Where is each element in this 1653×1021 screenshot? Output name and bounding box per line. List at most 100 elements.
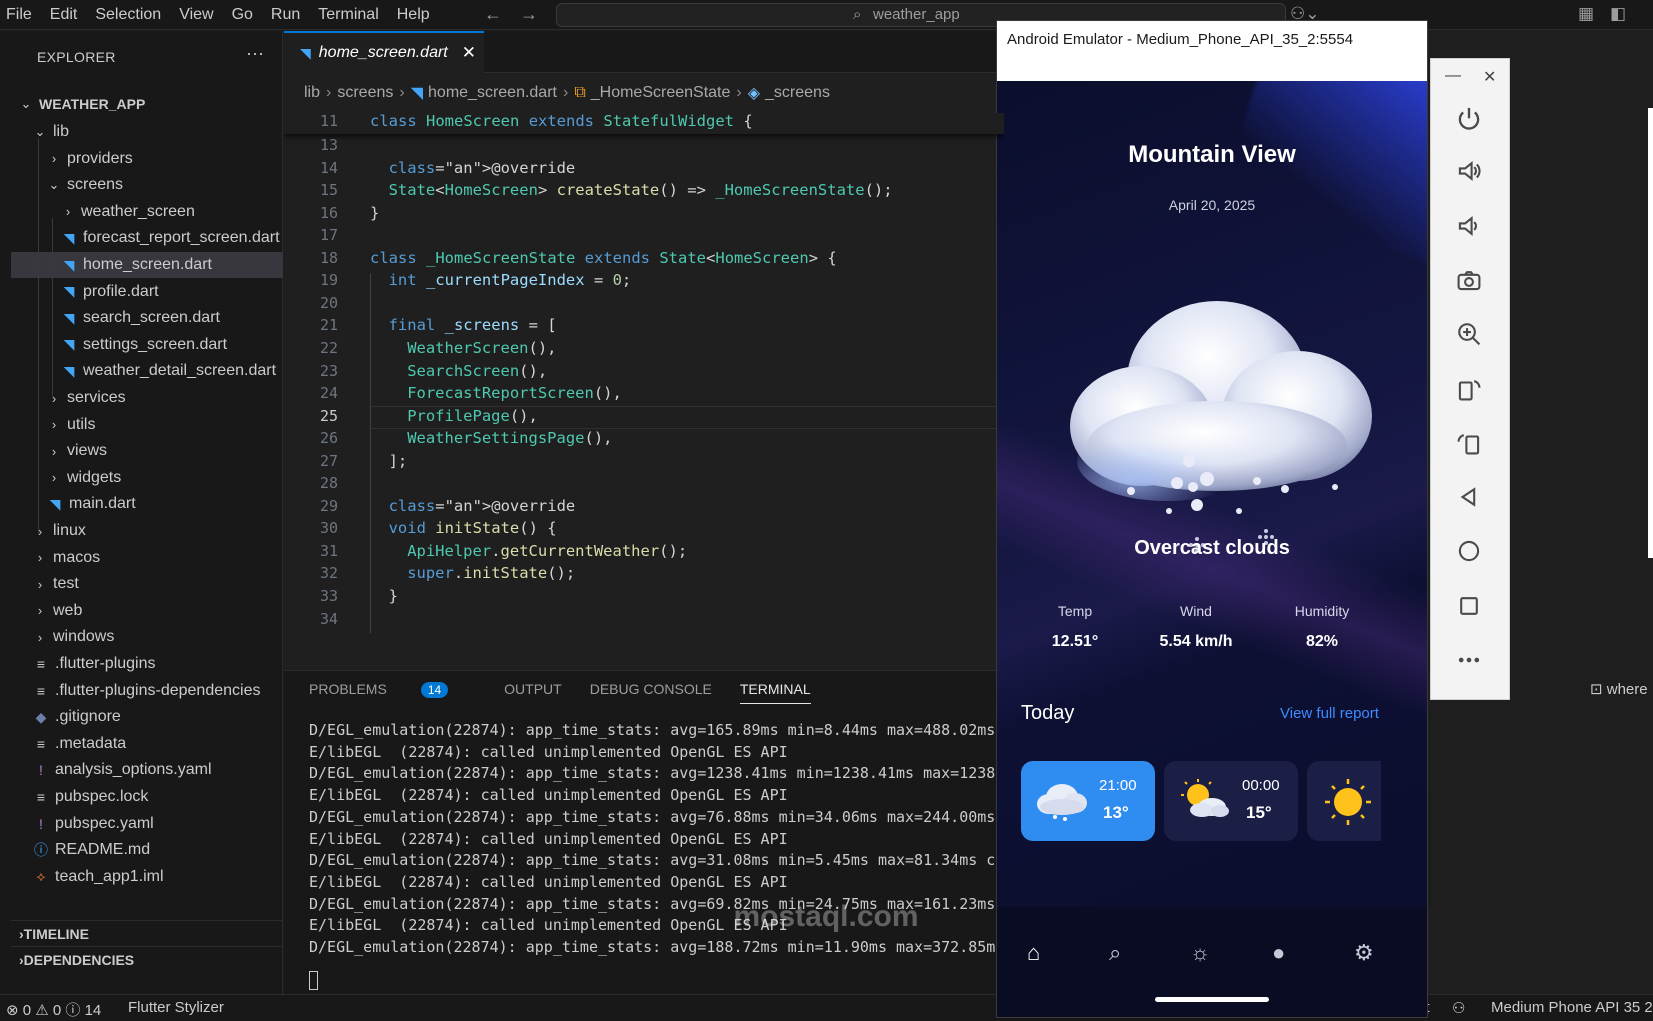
code-line[interactable]: WeatherScreen(), (407, 339, 556, 357)
close-icon[interactable]: ✕ (462, 43, 476, 63)
line-number: 24 (319, 384, 338, 403)
folder-item[interactable]: ⌄ screens (11, 172, 283, 198)
code-line[interactable]: State<HomeScreen> createState() => _Home… (389, 181, 893, 199)
tab-output[interactable]: OUTPUT (504, 681, 562, 697)
explorer-root[interactable]: ⌄ WEATHER_APP (11, 91, 283, 117)
rotate-left-button[interactable] (1449, 369, 1489, 409)
more-button[interactable] (1449, 640, 1489, 680)
forward-arrow-icon[interactable]: → (520, 4, 538, 24)
tab-problems[interactable]: PROBLEMS 14 (309, 681, 476, 698)
sun-icon[interactable]: ☼ (1190, 940, 1210, 966)
hourly-card[interactable]: 00:00 15° (1164, 761, 1298, 841)
file-item[interactable]: ≡ pubspec.lock (11, 784, 283, 810)
menu-file[interactable]: File (6, 6, 32, 24)
code-line[interactable]: void initState() { (389, 519, 557, 537)
volume-up-button[interactable] (1449, 151, 1489, 191)
search-icon[interactable]: ⌕ (1109, 940, 1121, 966)
code-line[interactable]: class="an">@override (389, 497, 576, 515)
hourly-card[interactable] (1307, 761, 1381, 841)
tab-home-screen[interactable]: ◥ home_screen.dart ✕ (284, 31, 484, 73)
back-button[interactable] (1449, 477, 1489, 517)
copilot-status-icon[interactable]: ⚇ (1452, 999, 1465, 1017)
zoom-button[interactable] (1449, 314, 1489, 354)
file-item[interactable]: ⓘ README.md (11, 837, 283, 863)
code-line[interactable]: WeatherSettingsPage(), (407, 429, 612, 447)
file-item[interactable]: ≡ .flutter-plugins-dependencies (11, 678, 283, 704)
settings-icon[interactable]: ⚙ (1354, 940, 1374, 966)
layout-icon[interactable]: ▦ (1578, 4, 1594, 24)
file-item[interactable]: ! analysis_options.yaml (11, 757, 283, 783)
more-actions-icon[interactable]: ··· (246, 43, 264, 64)
code-line[interactable]: class="an">@override (389, 159, 576, 177)
file-item[interactable]: ! pubspec.yaml (11, 811, 283, 837)
code-line[interactable]: class HomeScreen extends StatefulWidget … (370, 113, 753, 130)
menu-terminal[interactable]: Terminal (318, 6, 378, 24)
file-item[interactable]: ◥ main.dart (11, 491, 283, 517)
file-item[interactable]: ◆ .gitignore (11, 704, 283, 730)
gesture-bar[interactable] (1155, 997, 1269, 1002)
folder-item[interactable]: › utils (11, 412, 283, 438)
folder-item[interactable]: › macos (11, 545, 283, 571)
code-editor[interactable]: 11 class HomeScreen extends StatefulWidge… (284, 113, 1004, 669)
back-arrow-icon[interactable]: ← (484, 4, 502, 24)
menu-go[interactable]: Go (232, 6, 253, 24)
camera-button[interactable] (1449, 260, 1489, 300)
file-item[interactable]: ≡ .flutter-plugins (11, 651, 283, 677)
breadcrumb-file[interactable]: home_screen.dart (428, 84, 557, 102)
home-icon[interactable]: ⌂ (1027, 940, 1040, 966)
terminal-line: D/EGL_emulation(22874): app_time_stats: … (309, 938, 996, 956)
code-line[interactable]: super.initState(); (407, 564, 575, 582)
code-line[interactable]: ]; (389, 452, 408, 470)
code-line[interactable]: final _screens = [ (389, 316, 557, 334)
breadcrumb-lib[interactable]: lib (304, 84, 320, 102)
folder-item[interactable]: › web (11, 598, 283, 624)
problems-status[interactable]: ⊗ 0 ⚠ 0 ⓘ 14 (6, 999, 101, 1020)
folder-item[interactable]: › test (11, 571, 283, 597)
folder-item[interactable]: › windows (11, 624, 283, 650)
breadcrumb-screens[interactable]: screens (337, 84, 393, 102)
terminal-list-item[interactable]: ⊡ where (1590, 680, 1648, 698)
file-item[interactable]: ≡ .metadata (11, 731, 283, 757)
tree-label: settings_screen.dart (83, 335, 228, 353)
menu-view[interactable]: View (179, 6, 213, 24)
close-icon[interactable]: ✕ (1483, 67, 1496, 87)
folder-item[interactable]: › providers (11, 146, 283, 172)
volume-down-button[interactable] (1449, 206, 1489, 246)
hourly-card[interactable]: 21:00 13° (1021, 761, 1155, 841)
device-status[interactable]: Medium Phone API 35 2 (1491, 999, 1653, 1016)
folder-item[interactable]: ⌄ lib (11, 119, 283, 145)
tab-terminal[interactable]: TERMINAL (739, 681, 811, 704)
profile-icon[interactable]: ● (1272, 940, 1285, 966)
code-line[interactable]: class _HomeScreenState extends State<Hom… (370, 249, 837, 267)
toggle-sidebar-icon[interactable]: ◧ (1610, 4, 1626, 24)
tab-debug-console[interactable]: DEBUG CONSOLE (590, 681, 712, 697)
timeline-section[interactable]: › TIMELINE (11, 920, 283, 946)
power-button[interactable] (1449, 97, 1489, 137)
breadcrumb-class[interactable]: _HomeScreenState (591, 84, 731, 102)
code-line[interactable]: int _currentPageIndex = 0; (389, 271, 632, 289)
file-item[interactable]: ⟡ teach_app1.iml (11, 864, 283, 890)
flutter-stylizer-status[interactable]: Flutter Stylizer (128, 999, 224, 1016)
menu-selection[interactable]: Selection (95, 6, 161, 24)
menu-edit[interactable]: Edit (50, 6, 78, 24)
menu-run[interactable]: Run (271, 6, 300, 24)
code-line[interactable]: } (389, 587, 398, 605)
editor-tabs: ◥ home_screen.dart ✕ (284, 31, 1004, 73)
tree-label: teach_app1.iml (55, 867, 164, 885)
folder-item[interactable]: › views (11, 438, 283, 464)
view-full-report-link[interactable]: View full report (1280, 705, 1379, 722)
menu-help[interactable]: Help (397, 6, 430, 24)
menu-bar: File Edit Selection View Go Run Terminal… (6, 0, 448, 30)
dependencies-section[interactable]: › DEPENDENCIES (11, 946, 283, 972)
home-circle-button[interactable] (1449, 531, 1489, 571)
minimize-icon[interactable]: — (1445, 67, 1461, 85)
rotate-right-button[interactable] (1449, 423, 1489, 463)
code-line[interactable]: ForecastReportScreen(), (407, 384, 622, 402)
breadcrumb-field[interactable]: _screens (765, 84, 830, 102)
overview-button[interactable] (1449, 586, 1489, 626)
code-line[interactable]: } (370, 204, 379, 222)
code-line[interactable]: ApiHelper.getCurrentWeather(); (407, 542, 687, 560)
folder-item[interactable]: › linux (11, 518, 283, 544)
folder-item[interactable]: › widgets (11, 465, 283, 491)
code-line[interactable]: SearchScreen(), (407, 362, 547, 380)
